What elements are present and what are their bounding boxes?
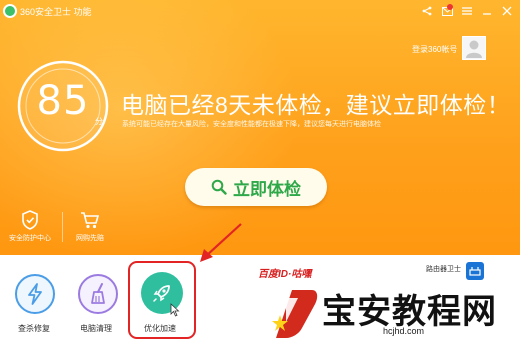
annotation-arrow-icon: [200, 223, 242, 262]
close-icon[interactable]: [498, 2, 516, 20]
score-unit: 分: [95, 117, 103, 126]
scan-repair-label: 查杀修复: [18, 324, 50, 333]
shopping-guarantee-label: 网购先赔: [76, 235, 104, 242]
router-guard-icon[interactable]: [466, 262, 484, 280]
avatar[interactable]: [462, 36, 486, 60]
watermark-logo-icon: [272, 290, 318, 338]
hero-divider: [62, 212, 63, 242]
router-guard-label: 路由器卫士: [426, 266, 461, 273]
share-icon[interactable]: [418, 2, 436, 20]
shield-icon: [22, 210, 38, 230]
lightning-icon: [28, 283, 42, 305]
broom-icon: [91, 283, 105, 304]
pc-cleanup-button[interactable]: [78, 274, 118, 314]
hero-panel: 360安全卫士 功能 登录360帐号 85 分 电脑已经8天未体检，建议立即体检…: [0, 0, 520, 255]
security-center-button[interactable]: 安全防护中心: [4, 210, 56, 243]
window-controls: [418, 2, 516, 20]
score-ring: 85 分: [15, 58, 111, 154]
menu-icon[interactable]: [458, 2, 476, 20]
app-logo: [3, 4, 17, 18]
minimize-icon[interactable]: [478, 2, 496, 20]
highlight-box: [128, 261, 196, 339]
mail-icon[interactable]: [438, 2, 456, 20]
pc-cleanup-label: 电脑清理: [80, 324, 112, 333]
cart-icon: [81, 212, 100, 229]
status-headline: 电脑已经8天未体检，建议立即体检！: [121, 92, 511, 118]
scan-repair-button[interactable]: [15, 274, 55, 314]
status-subline: 系统可能已经存在大量风险，安全度和性能都在极速下降，建议您每天进行电脑体检: [122, 121, 381, 128]
watermark-url: hcjhd.com: [383, 326, 425, 336]
search-icon: [211, 179, 227, 195]
login-link[interactable]: 登录360帐号: [412, 44, 457, 55]
notification-dot: [447, 4, 453, 10]
app-title: 360安全卫士 功能: [20, 7, 92, 17]
baidu-id-annotation: 百度ID·咕嘿: [258, 269, 312, 280]
security-center-label: 安全防护中心: [9, 235, 51, 242]
check-now-label: 立即体检: [233, 179, 301, 199]
check-now-button[interactable]: 立即体检: [185, 168, 327, 206]
title-bar: 360安全卫士 功能: [0, 0, 520, 22]
shopping-guarantee-button[interactable]: 网购先赔: [64, 210, 116, 243]
